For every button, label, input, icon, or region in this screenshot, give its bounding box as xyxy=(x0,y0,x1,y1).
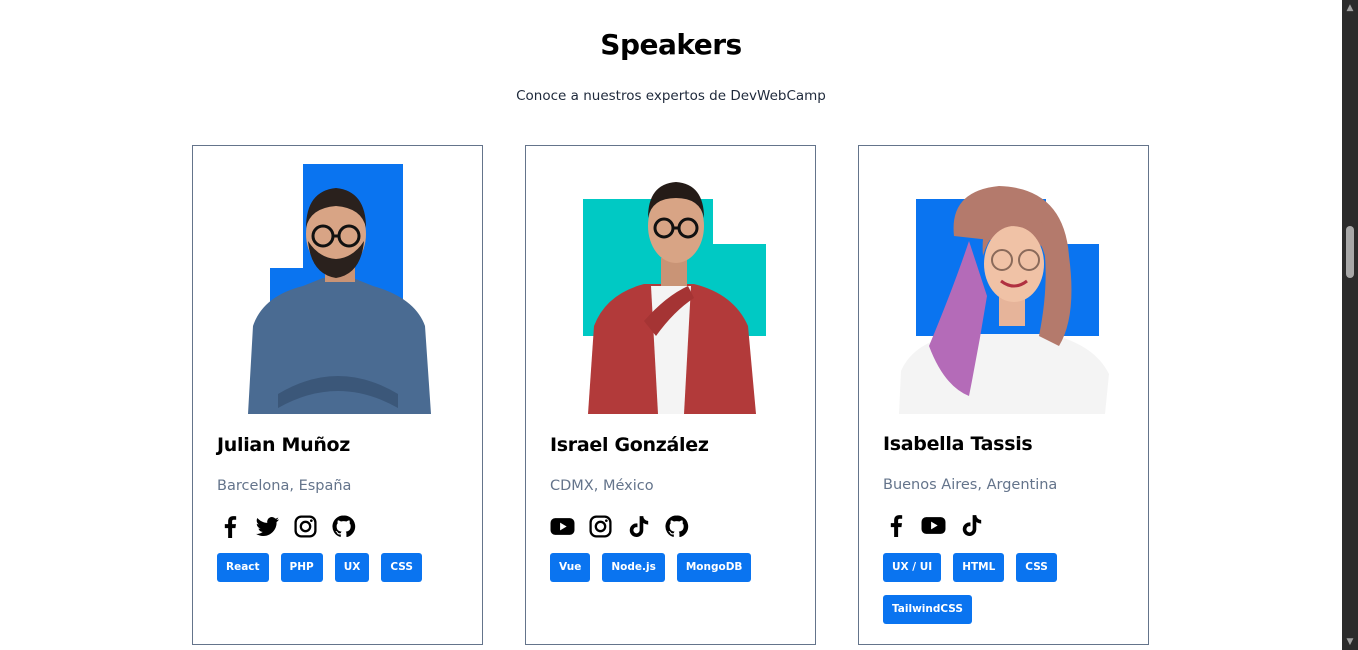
twitter-icon[interactable] xyxy=(255,514,280,539)
tiktok-icon[interactable] xyxy=(959,513,984,538)
social-links xyxy=(550,514,689,539)
scroll-up-arrow-icon[interactable]: ▲ xyxy=(1342,0,1358,16)
youtube-icon[interactable] xyxy=(921,513,946,538)
skill-tag: PHP xyxy=(280,553,323,582)
skill-tags: UX / UI HTML CSS TailwindCSS xyxy=(883,553,1083,624)
skill-tag: TailwindCSS xyxy=(883,595,972,624)
github-icon[interactable] xyxy=(331,514,356,539)
speaker-location: Barcelona, España xyxy=(217,478,352,494)
skill-tag: React xyxy=(217,553,269,582)
github-icon[interactable] xyxy=(664,514,689,539)
skill-tags: React PHP UX CSS xyxy=(217,553,467,582)
skill-tag: Node.js xyxy=(602,553,665,582)
instagram-icon[interactable] xyxy=(588,514,613,539)
skill-tags: Vue Node.js MongoDB xyxy=(550,553,800,582)
section-title: Speakers xyxy=(600,28,742,61)
skill-tag: MongoDB xyxy=(676,553,752,582)
social-links xyxy=(217,514,356,539)
speakers-section: Speakers Conoce a nuestros expertos de D… xyxy=(0,0,1342,650)
speaker-location: CDMX, México xyxy=(550,478,654,494)
skill-tag: HTML xyxy=(953,553,1005,582)
skill-tag: CSS xyxy=(381,553,422,582)
speaker-photo xyxy=(193,146,482,414)
speaker-card: Julian Muñoz Barcelona, España React PHP… xyxy=(192,145,483,645)
facebook-icon[interactable] xyxy=(217,514,242,539)
scrollbar-thumb[interactable] xyxy=(1346,226,1354,278)
youtube-icon[interactable] xyxy=(550,514,575,539)
speaker-name: Isabella Tassis xyxy=(883,433,1033,455)
speaker-card: Israel González CDMX, México Vue Node.js… xyxy=(525,145,816,645)
tiktok-icon[interactable] xyxy=(626,514,651,539)
speaker-card: Isabella Tassis Buenos Aires, Argentina … xyxy=(858,145,1149,645)
skill-tag: CSS xyxy=(1016,553,1057,582)
vertical-scrollbar[interactable]: ▲ ▼ xyxy=(1342,0,1358,650)
speaker-name: Julian Muñoz xyxy=(217,434,351,456)
instagram-icon[interactable] xyxy=(293,514,318,539)
skill-tag: UX / UI xyxy=(883,553,942,582)
section-subtitle: Conoce a nuestros expertos de DevWebCamp xyxy=(516,88,826,104)
skill-tag: UX xyxy=(334,553,370,582)
facebook-icon[interactable] xyxy=(883,513,908,538)
social-links xyxy=(883,513,984,538)
speaker-name: Israel González xyxy=(550,434,709,456)
skill-tag: Vue xyxy=(550,553,591,582)
speaker-location: Buenos Aires, Argentina xyxy=(883,477,1058,493)
speaker-photo xyxy=(526,146,815,414)
speaker-photo xyxy=(859,146,1148,414)
scroll-down-arrow-icon[interactable]: ▼ xyxy=(1342,634,1358,650)
